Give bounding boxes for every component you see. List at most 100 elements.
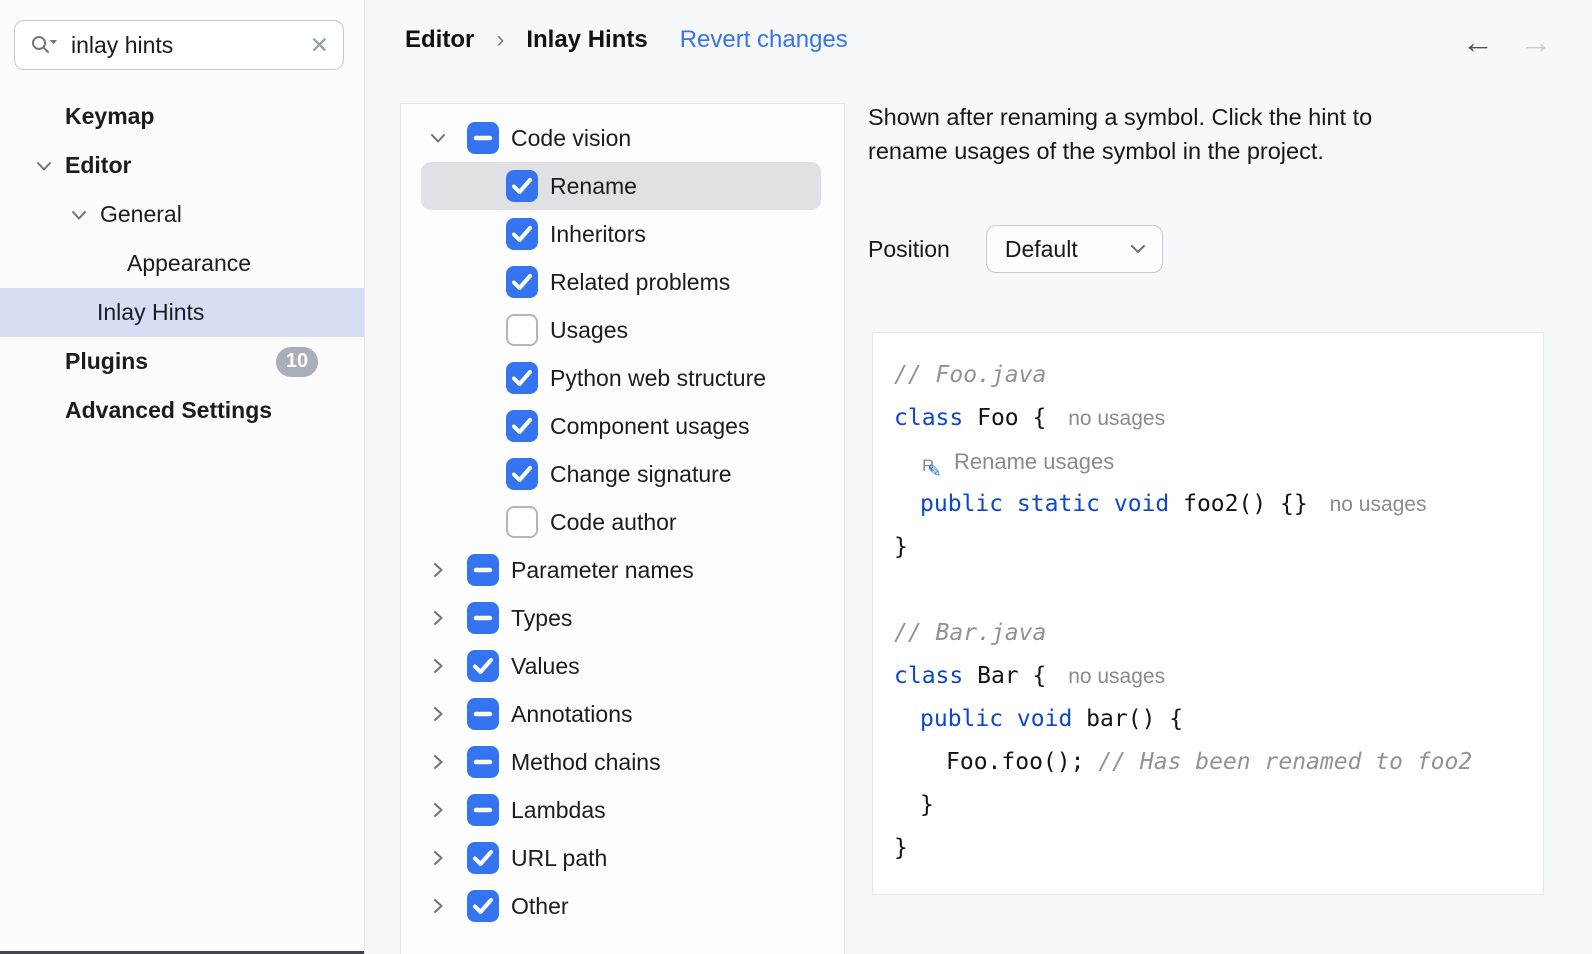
code-token: class <box>894 663 963 689</box>
revert-changes-link[interactable]: Revert changes <box>680 26 848 54</box>
chevron-right-icon[interactable] <box>427 559 449 581</box>
tree-row-label: Other <box>511 893 569 920</box>
sidebar-item-label: Appearance <box>127 250 251 277</box>
code-line: public static void foo2() {} no usages <box>894 483 1543 526</box>
history-nav: ← → <box>1462 26 1552 58</box>
tree-row-change-signature[interactable]: Change signature <box>401 450 844 498</box>
tree-row-values[interactable]: Values <box>401 642 844 690</box>
tree-row-types[interactable]: Types <box>401 594 844 642</box>
breadcrumb-inlay-hints: Inlay Hints <box>526 26 647 54</box>
code-line <box>894 569 1543 612</box>
tree-row-label: Method chains <box>511 749 661 776</box>
sidebar-item-general[interactable]: General <box>0 190 364 239</box>
tree-row-other[interactable]: Other <box>401 882 844 930</box>
chevron-right-icon[interactable] <box>427 703 449 725</box>
breadcrumb: Editor › Inlay Hints Revert changes <box>405 26 848 54</box>
settings-categories: Keymap Editor General Appearance Inlay Hints… <box>0 92 364 435</box>
sidebar-item-inlay-hints[interactable]: Inlay Hints <box>0 288 364 337</box>
code-token: Foo.foo(); <box>946 749 1098 775</box>
tree-row-label: Values <box>511 653 580 680</box>
chevron-down-icon[interactable] <box>427 127 449 149</box>
tree-row-label: Inheritors <box>550 221 646 248</box>
tree-row-rename[interactable]: Rename <box>421 162 821 210</box>
checkbox-python-web-structure[interactable] <box>506 362 538 394</box>
checkbox-types[interactable] <box>467 602 499 634</box>
sidebar-item-plugins[interactable]: Plugins10 <box>0 337 364 386</box>
tree-row-parameter-names[interactable]: Parameter names <box>401 546 844 594</box>
checkbox-rename[interactable] <box>506 170 538 202</box>
checkbox-component-usages[interactable] <box>506 410 538 442</box>
breadcrumb-editor[interactable]: Editor <box>405 26 474 54</box>
tree-row-code-vision[interactable]: Code vision <box>401 114 844 162</box>
search-icon <box>29 33 59 57</box>
tree-row-component-usages[interactable]: Component usages <box>401 402 844 450</box>
checkbox-inheritors[interactable] <box>506 218 538 250</box>
code-token: Bar { <box>963 663 1060 689</box>
sidebar-item-appearance[interactable]: Appearance <box>0 239 364 288</box>
checkbox-other[interactable] <box>467 890 499 922</box>
tree-row-lambdas[interactable]: Lambdas <box>401 786 844 834</box>
inlay-hint-text: no usages <box>1068 665 1165 688</box>
code-line: public void bar() { <box>894 698 1543 741</box>
position-label: Position <box>868 236 950 263</box>
checkbox-code-author[interactable] <box>506 506 538 538</box>
search-input[interactable] <box>69 31 300 60</box>
checkbox-annotations[interactable] <box>467 698 499 730</box>
rename-hint-icon[interactable]: R✎ <box>920 446 950 476</box>
checkbox-values[interactable] <box>467 650 499 682</box>
tree-row-annotations[interactable]: Annotations <box>401 690 844 738</box>
tree-row-method-chains[interactable]: Method chains <box>401 738 844 786</box>
back-arrow-icon[interactable]: ← <box>1462 26 1494 58</box>
tree-row-label: Lambdas <box>511 797 606 824</box>
checkbox-parameter-names[interactable] <box>467 554 499 586</box>
sidebar-item-keymap[interactable]: Keymap <box>0 92 364 141</box>
code-preview: // Foo.javaclass Foo { no usagesR✎Rename… <box>872 332 1544 895</box>
chevron-right-icon[interactable] <box>427 847 449 869</box>
rename-usages-hint[interactable]: Rename usages <box>954 449 1114 474</box>
checkbox-url-path[interactable] <box>467 842 499 874</box>
code-line: class Foo { no usages <box>894 397 1543 440</box>
position-dropdown[interactable]: Default <box>986 225 1163 273</box>
clear-search-icon[interactable]: ✕ <box>310 34 329 57</box>
tree-row-code-author[interactable]: Code author <box>401 498 844 546</box>
checkbox-related-problems[interactable] <box>506 266 538 298</box>
chevron-right-icon[interactable] <box>427 655 449 677</box>
code-token: } <box>894 835 908 861</box>
checkbox-lambdas[interactable] <box>467 794 499 826</box>
forward-arrow-icon[interactable]: → <box>1520 26 1552 58</box>
tree-row-label: Types <box>511 605 572 632</box>
chevron-right-icon[interactable] <box>427 895 449 917</box>
chevron-down-icon[interactable] <box>68 204 90 226</box>
tree-row-label: Change signature <box>550 461 732 488</box>
code-line: } <box>894 526 1543 569</box>
hint-description-line2: rename usages of the symbol in the proje… <box>868 134 1372 168</box>
sidebar-item-label: General <box>100 201 182 228</box>
tree-row-label: Component usages <box>550 413 749 440</box>
tree-row-inheritors[interactable]: Inheritors <box>401 210 844 258</box>
tree-row-related-problems[interactable]: Related problems <box>401 258 844 306</box>
sidebar-item-advanced-settings[interactable]: Advanced Settings <box>0 386 364 435</box>
checkbox-method-chains[interactable] <box>467 746 499 778</box>
chevron-right-icon[interactable] <box>427 607 449 629</box>
tree-row-python-web-structure[interactable]: Python web structure <box>401 354 844 402</box>
chevron-right-icon[interactable] <box>427 799 449 821</box>
sidebar-item-label: Keymap <box>65 103 154 130</box>
position-dropdown-value: Default <box>1005 236 1130 263</box>
checkbox-usages[interactable] <box>506 314 538 346</box>
chevron-down-icon[interactable] <box>33 155 55 177</box>
hint-description-line1: Shown after renaming a symbol. Click the… <box>868 100 1372 134</box>
code-token: class <box>894 405 963 431</box>
inlay-hints-tree: Code visionRename Inheritors Related probl… <box>400 103 845 954</box>
settings-search[interactable]: ✕ <box>14 20 344 70</box>
code-token: } <box>920 792 934 818</box>
checkbox-change-signature[interactable] <box>506 458 538 490</box>
tree-row-label: Parameter names <box>511 557 694 584</box>
tree-row-label: Related problems <box>550 269 730 296</box>
sidebar-item-label: Advanced Settings <box>65 397 272 424</box>
chevron-right-icon[interactable] <box>427 751 449 773</box>
code-token: } <box>894 534 908 560</box>
checkbox-code-vision[interactable] <box>467 122 499 154</box>
sidebar-item-editor[interactable]: Editor <box>0 141 364 190</box>
tree-row-usages[interactable]: Usages <box>401 306 844 354</box>
tree-row-url-path[interactable]: URL path <box>401 834 844 882</box>
